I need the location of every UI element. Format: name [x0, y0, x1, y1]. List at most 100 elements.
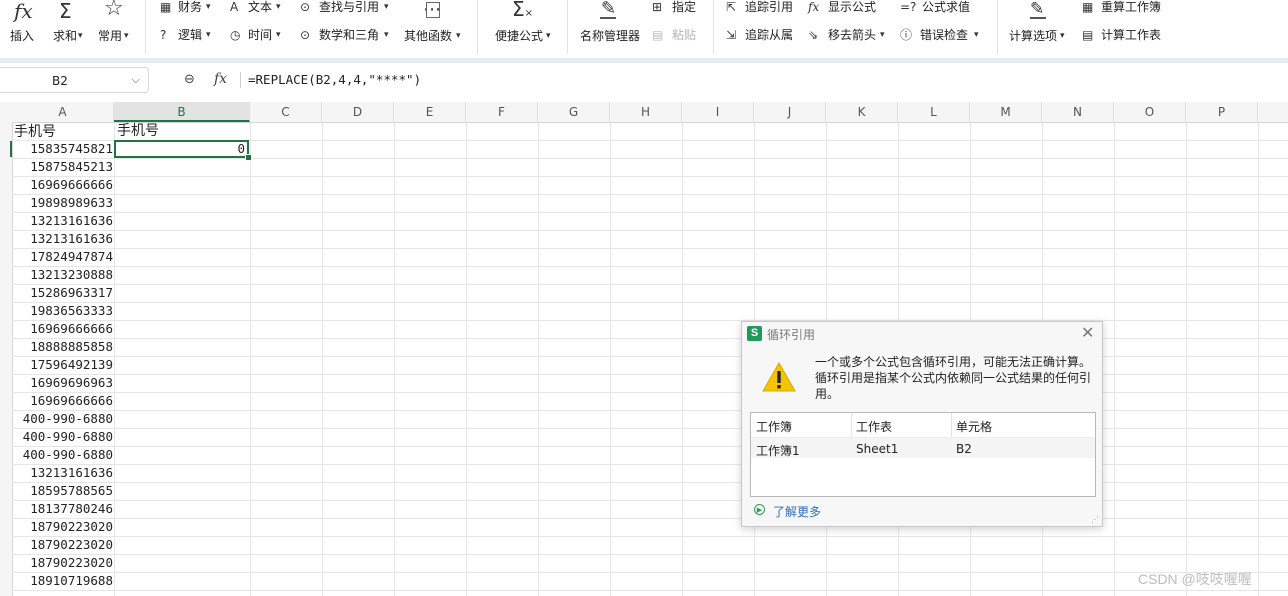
text-button[interactable]: A 文本 ▾: [230, 0, 290, 16]
column-header-o[interactable]: O: [1114, 102, 1186, 122]
column-header-a[interactable]: A: [12, 102, 114, 122]
cell-a18[interactable]: 400-990-6880: [12, 428, 113, 446]
column-header-p[interactable]: P: [1186, 102, 1258, 122]
recalc-workbook-button[interactable]: ▦ 重算工作簿: [1082, 0, 1166, 16]
error-check-button[interactable]: ⓘ 错误检查 ▾: [900, 28, 984, 44]
cell-a13[interactable]: 18888885858: [12, 338, 113, 356]
zoom-search-icon[interactable]: ⊖: [184, 72, 195, 87]
cell-a11[interactable]: 19836563333: [12, 302, 113, 320]
column-header-i[interactable]: I: [682, 102, 754, 122]
cell-a4[interactable]: 16969666666: [12, 176, 113, 194]
cell-a19[interactable]: 400-990-6880: [12, 446, 113, 464]
logic-button[interactable]: ? 逻辑 ▾: [160, 28, 220, 44]
cell-a17[interactable]: 400-990-6880: [12, 410, 113, 428]
cell-a10[interactable]: 15286963317: [12, 284, 113, 302]
quick-formula-button[interactable]: Σ× 便捷公式 ▾: [492, 0, 554, 48]
cell-b2-active[interactable]: 0: [114, 140, 249, 158]
row-gridline: [12, 572, 1288, 573]
time-button[interactable]: ◷ 时间 ▾: [230, 28, 290, 44]
finance-button[interactable]: ▦ 财务 ▾: [160, 0, 220, 16]
math-button[interactable]: ⊙ 数学和三角 ▾: [300, 28, 395, 44]
insert-function-button[interactable]: fx 插入: [6, 0, 42, 48]
cell-a7[interactable]: 13213161636: [12, 230, 113, 248]
show-formulas-button[interactable]: fx 显示公式: [808, 0, 884, 16]
formula-input[interactable]: =REPLACE(B2,4,4,"****"): [248, 72, 421, 87]
column-header-m[interactable]: M: [970, 102, 1042, 122]
column-header-n[interactable]: N: [1042, 102, 1114, 122]
calc-options-button[interactable]: ✎ 计算选项 ▾: [1008, 0, 1070, 48]
column-header-k[interactable]: K: [826, 102, 898, 122]
learn-more-link[interactable]: 了解更多: [773, 503, 821, 520]
calc-sheet-button[interactable]: ▤ 计算工作表: [1082, 28, 1166, 44]
evaluate-formula-label: 公式求值: [922, 0, 971, 14]
evaluate-formula-button[interactable]: =? 公式求值: [900, 0, 978, 16]
column-header-j[interactable]: J: [754, 102, 826, 122]
calc-options-label: 计算选项: [1009, 29, 1058, 43]
table-header-sheet: 工作表: [856, 420, 893, 434]
cell-b1[interactable]: 手机号: [117, 122, 251, 140]
ribbon-divider: [567, 0, 568, 54]
column-header-c[interactable]: C: [250, 102, 322, 122]
ribbon-bottom-border: [0, 58, 1288, 63]
cell-a22[interactable]: 18137780246: [12, 500, 113, 518]
cell-a1[interactable]: 手机号: [14, 122, 115, 140]
name-manager-button[interactable]: ✎ 名称管理器: [578, 0, 644, 48]
cell-a8[interactable]: 17824947874: [12, 248, 113, 266]
cell-a20[interactable]: 13213161636: [12, 464, 113, 482]
table-column-divider: [951, 413, 952, 437]
name-manager-base-icon: [600, 17, 616, 19]
cell-a6[interactable]: 13213161636: [12, 212, 113, 230]
fx-icon[interactable]: fx: [214, 71, 227, 87]
fill-handle[interactable]: [245, 154, 252, 161]
cell-a26[interactable]: 18910719688: [12, 572, 113, 590]
cell-a9[interactable]: 13213230888: [12, 266, 113, 284]
assign-label: 指定: [672, 0, 697, 14]
cell-a2[interactable]: 15835745821: [12, 140, 113, 158]
close-icon[interactable]: ✕: [1081, 324, 1094, 342]
trace-precedents-icon: ⇱: [726, 0, 737, 14]
column-header-h[interactable]: H: [610, 102, 682, 122]
calc-options-base-icon: [1030, 17, 1046, 19]
column-header-g[interactable]: G: [538, 102, 610, 122]
column-header-d[interactable]: D: [322, 102, 394, 122]
column-header-e[interactable]: E: [394, 102, 466, 122]
common-functions-button[interactable]: ☆ 常用 ▾: [96, 0, 136, 48]
sigma-icon: Σ: [59, 0, 72, 23]
cell-a24[interactable]: 18790223020: [12, 536, 113, 554]
table-row[interactable]: 工作簿1 Sheet1 B2: [751, 438, 1095, 458]
cell-a15[interactable]: 16969696963: [12, 374, 113, 392]
chevron-down-icon: ▾: [456, 31, 461, 41]
cell-a21[interactable]: 18595788565: [12, 482, 113, 500]
paste-name-button[interactable]: ▤ 粘贴: [652, 28, 702, 44]
trace-precedents-button[interactable]: ⇱ 追踪引用: [726, 0, 798, 16]
play-circle-icon[interactable]: ▶: [754, 504, 765, 515]
autosum-button[interactable]: Σ 求和 ▾: [50, 0, 90, 48]
column-header-f[interactable]: F: [466, 102, 538, 122]
text-label: 文本: [248, 0, 273, 14]
trace-dependents-label: 追踪从属: [745, 28, 794, 42]
cell-a23[interactable]: 18790223020: [12, 518, 113, 536]
trace-dependents-button[interactable]: ⇲ 追踪从属: [726, 28, 798, 44]
chevron-down-icon: ▾: [78, 31, 83, 41]
resize-grip-icon[interactable]: ⋰: [1091, 515, 1099, 524]
cell-a12[interactable]: 16969666666: [12, 320, 113, 338]
chevron-down-icon: ▾: [384, 30, 389, 40]
cell-a5[interactable]: 19898989633: [12, 194, 113, 212]
time-label: 时间: [248, 28, 273, 42]
lookup-button[interactable]: ⊙ 查找与引用 ▾: [300, 0, 395, 16]
chevron-down-icon[interactable]: ⌵: [132, 73, 140, 87]
name-box-value: B2: [52, 74, 68, 88]
cell-a3[interactable]: 15875845213: [12, 158, 113, 176]
math-icon: ⊙: [300, 28, 311, 42]
cell-a16[interactable]: 16969666666: [12, 392, 113, 410]
column-header-l[interactable]: L: [898, 102, 970, 122]
row-gridline: [12, 536, 1288, 537]
other-functions-button[interactable]: ⋯ 其他函数 ▾: [403, 0, 468, 48]
cell-a14[interactable]: 17596492139: [12, 356, 113, 374]
cell-a25[interactable]: 18790223020: [12, 554, 113, 572]
remove-arrows-button[interactable]: ⇘ 移去箭头 ▾: [808, 28, 892, 44]
assign-button[interactable]: ⊞ 指定: [652, 0, 702, 16]
name-box[interactable]: B2 ⌵: [0, 67, 149, 93]
column-header-b[interactable]: B: [114, 102, 250, 122]
ribbon-divider: [997, 0, 998, 54]
